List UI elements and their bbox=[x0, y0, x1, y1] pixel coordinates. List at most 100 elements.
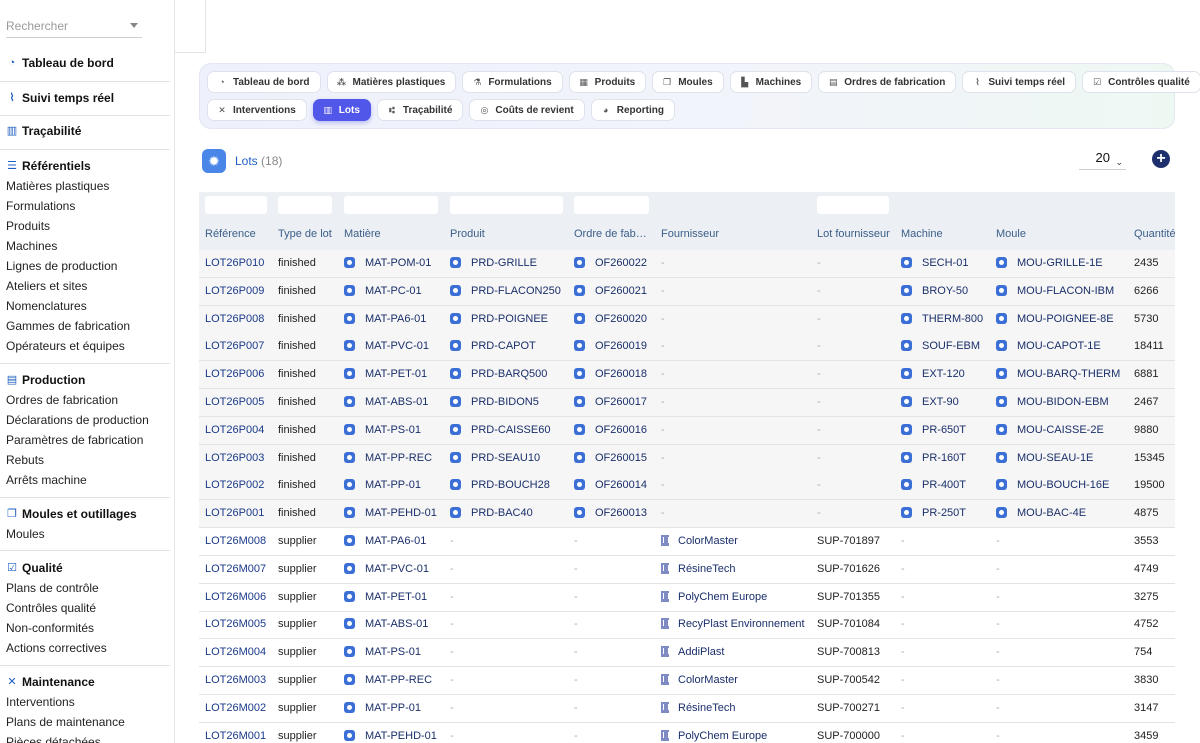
cell-mati-re[interactable]: MAT-PP-01 bbox=[344, 701, 421, 714]
cell-ordre-de-fab[interactable]: OF260020 bbox=[574, 312, 647, 325]
cell-fournisseur[interactable]: PolyChem Europe bbox=[661, 590, 767, 603]
sidebar-item-moules[interactable]: Moules bbox=[0, 524, 170, 544]
table-row[interactable]: LOT26P007 finished MAT-PVC-01 PRD-CAPOT OF26… bbox=[199, 333, 1175, 362]
filter-reference[interactable] bbox=[205, 196, 267, 214]
cell-mati-re[interactable]: MAT-PVC-01 bbox=[344, 562, 429, 575]
cell-ordre-de-fab[interactable]: OF260016 bbox=[574, 423, 647, 436]
cell-ordre-de-fab[interactable]: OF260021 bbox=[574, 284, 647, 297]
cell-mati-re[interactable]: MAT-PP-REC bbox=[344, 451, 432, 464]
cell-machine[interactable]: BROY-50 bbox=[901, 284, 968, 297]
cell-ordre-de-fab[interactable]: OF260014 bbox=[574, 479, 647, 491]
sidebar-item-produits[interactable]: Produits bbox=[0, 216, 170, 236]
sidebar-item-lignes[interactable]: Lignes de production bbox=[0, 256, 170, 276]
cell-moule[interactable]: MOU-CAISSE-2E bbox=[996, 423, 1104, 436]
add-lot-button[interactable]: + bbox=[1152, 150, 1170, 168]
table-row[interactable]: LOT26M003 supplier MAT-PP-REC - - ColorMaster… bbox=[199, 667, 1175, 695]
cell-machine[interactable]: EXT-90 bbox=[901, 396, 959, 408]
table-row[interactable]: LOT26P001 finished MAT-PEHD-01 PRD-BAC40 OF2… bbox=[199, 500, 1175, 529]
cell-r-f-rence[interactable]: LOT26M008 bbox=[205, 535, 266, 547]
cell-produit[interactable]: PRD-CAPOT bbox=[450, 340, 536, 352]
sidebar-item-operateurs[interactable]: Opérateurs et équipes bbox=[0, 336, 170, 356]
nav-tab-controles[interactable]: ☑ Contrôles qualité bbox=[1082, 71, 1200, 93]
column-header[interactable]: Lot fournisseur bbox=[817, 228, 890, 240]
cell-r-f-rence[interactable]: LOT26M007 bbox=[205, 563, 266, 575]
cell-ordre-de-fab[interactable]: OF260013 bbox=[574, 507, 647, 519]
cell-produit[interactable]: PRD-GRILLE bbox=[450, 257, 537, 269]
cell-mati-re[interactable]: MAT-PP-REC bbox=[344, 674, 432, 686]
nav-tab-interventions[interactable]: ✕ Interventions bbox=[207, 99, 307, 121]
sidebar-item-pieces[interactable]: Pièces détachées bbox=[0, 732, 170, 743]
table-row[interactable]: LOT26M005 supplier MAT-ABS-01 - - RecyPlast E… bbox=[199, 611, 1175, 640]
cell-r-f-rence[interactable]: LOT26P003 bbox=[205, 452, 264, 464]
cell-moule[interactable]: MOU-GRILLE-1E bbox=[996, 257, 1103, 269]
cell-r-f-rence[interactable]: LOT26M002 bbox=[205, 702, 266, 714]
table-row[interactable]: LOT26P003 finished MAT-PP-REC PRD-SEAU10 OF2… bbox=[199, 444, 1175, 473]
cell-mati-re[interactable]: MAT-PS-01 bbox=[344, 646, 421, 658]
nav-tab-matieres[interactable]: ⁂ Matières plastiques bbox=[326, 71, 457, 93]
column-header[interactable]: Matière bbox=[344, 228, 381, 240]
cell-r-f-rence[interactable]: LOT26P005 bbox=[205, 396, 264, 408]
cell-fournisseur[interactable]: RésineTech bbox=[661, 701, 735, 714]
table-row[interactable]: LOT26M004 supplier MAT-PS-01 - - AddiPlast SUP… bbox=[199, 639, 1175, 668]
cell-machine[interactable]: PR-400T bbox=[901, 479, 966, 491]
sidebar-item-dashboard[interactable]: ◔ Tableau de bord bbox=[0, 53, 170, 73]
cell-mati-re[interactable]: MAT-POM-01 bbox=[344, 257, 431, 269]
cell-r-f-rence[interactable]: LOT26P002 bbox=[205, 479, 264, 491]
cell-r-f-rence[interactable]: LOT26P008 bbox=[205, 313, 264, 325]
search-box[interactable] bbox=[6, 16, 142, 38]
table-row[interactable]: LOT26M002 supplier MAT-PP-01 - - RésineTech SU… bbox=[199, 695, 1175, 723]
cell-fournisseur[interactable]: ColorMaster bbox=[661, 674, 738, 686]
table-row[interactable]: LOT26M001 supplier MAT-PEHD-01 - - PolyChem E… bbox=[199, 723, 1175, 743]
cell-machine[interactable]: PR-650T bbox=[901, 423, 966, 436]
filter-produit[interactable] bbox=[450, 196, 563, 214]
sidebar-item-nomenclatures[interactable]: Nomenclatures bbox=[0, 296, 170, 316]
cell-fournisseur[interactable]: ColorMaster bbox=[661, 535, 738, 547]
sidebar-item-ordres[interactable]: Ordres de fabrication bbox=[0, 390, 170, 410]
column-header[interactable]: Machine bbox=[901, 228, 943, 240]
cell-r-f-rence[interactable]: LOT26M005 bbox=[205, 618, 266, 630]
table-row[interactable]: LOT26M007 supplier MAT-PVC-01 - - RésineTech S… bbox=[199, 556, 1175, 584]
cell-ordre-de-fab[interactable]: OF260017 bbox=[574, 396, 647, 408]
sidebar-item-non-conformites[interactable]: Non-conformités bbox=[0, 618, 170, 638]
cell-produit[interactable]: PRD-FLACON250 bbox=[450, 284, 561, 297]
cell-mati-re[interactable]: MAT-ABS-01 bbox=[344, 396, 428, 408]
column-header[interactable]: Référence bbox=[205, 228, 256, 240]
cell-machine[interactable]: THERM-800 bbox=[901, 312, 983, 325]
nav-tab-dashboard[interactable]: ◔ Tableau de bord bbox=[207, 71, 321, 93]
nav-tab-tracabilite[interactable]: ⑆ Traçabilité bbox=[376, 99, 464, 121]
table-row[interactable]: LOT26M008 supplier MAT-PA6-01 - - ColorMaster… bbox=[199, 528, 1175, 556]
table-row[interactable]: LOT26M006 supplier MAT-PET-01 - - PolyChem Eu… bbox=[199, 584, 1175, 612]
cell-produit[interactable]: PRD-BIDON5 bbox=[450, 396, 539, 408]
cell-produit[interactable]: PRD-CAISSE60 bbox=[450, 423, 550, 436]
sidebar-item-declarations[interactable]: Déclarations de production bbox=[0, 410, 170, 430]
cell-ordre-de-fab[interactable]: OF260022 bbox=[574, 257, 647, 269]
sidebar-item-gammes[interactable]: Gammes de fabrication bbox=[0, 316, 170, 336]
filter-type[interactable] bbox=[278, 196, 332, 214]
cell-mati-re[interactable]: MAT-PEHD-01 bbox=[344, 507, 437, 519]
sidebar-item-formulations[interactable]: Formulations bbox=[0, 196, 170, 216]
table-row[interactable]: LOT26P010 finished MAT-POM-01 PRD-GRILLE OF2… bbox=[199, 250, 1175, 278]
nav-tab-reporting[interactable]: ◕ Reporting bbox=[590, 99, 675, 121]
table-row[interactable]: LOT26P005 finished MAT-ABS-01 PRD-BIDON5 OF2… bbox=[199, 389, 1175, 417]
search-input[interactable] bbox=[6, 16, 124, 36]
sidebar-item-parametres[interactable]: Paramètres de fabrication bbox=[0, 430, 170, 450]
nav-tab-produits[interactable]: ▦ Produits bbox=[568, 71, 647, 93]
cell-r-f-rence[interactable]: LOT26P007 bbox=[205, 340, 264, 352]
cell-moule[interactable]: MOU-BARQ-THERM bbox=[996, 368, 1120, 380]
column-header[interactable]: Produit bbox=[450, 228, 485, 240]
cell-mati-re[interactable]: MAT-PEHD-01 bbox=[344, 729, 437, 742]
nav-tab-moules[interactable]: ❐ Moules bbox=[652, 71, 724, 93]
cell-produit[interactable]: PRD-POIGNEE bbox=[450, 312, 548, 325]
cell-ordre-de-fab[interactable]: OF260015 bbox=[574, 451, 647, 464]
cell-fournisseur[interactable]: PolyChem Europe bbox=[661, 729, 767, 742]
cell-r-f-rence[interactable]: LOT26P009 bbox=[205, 285, 264, 297]
sidebar-item-actions[interactable]: Actions correctives bbox=[0, 638, 170, 658]
cell-r-f-rence[interactable]: LOT26P004 bbox=[205, 424, 264, 436]
filter-lot-fournisseur[interactable] bbox=[817, 196, 889, 214]
cell-fournisseur[interactable]: RésineTech bbox=[661, 562, 735, 575]
table-row[interactable]: LOT26P004 finished MAT-PS-01 PRD-CAISSE60 OF… bbox=[199, 416, 1175, 445]
sidebar-item-matieres[interactable]: Matières plastiques bbox=[0, 176, 170, 196]
cell-fournisseur[interactable]: AddiPlast bbox=[661, 646, 724, 658]
cell-mati-re[interactable]: MAT-PP-01 bbox=[344, 479, 421, 491]
sidebar-item-machines[interactable]: Machines bbox=[0, 236, 170, 256]
